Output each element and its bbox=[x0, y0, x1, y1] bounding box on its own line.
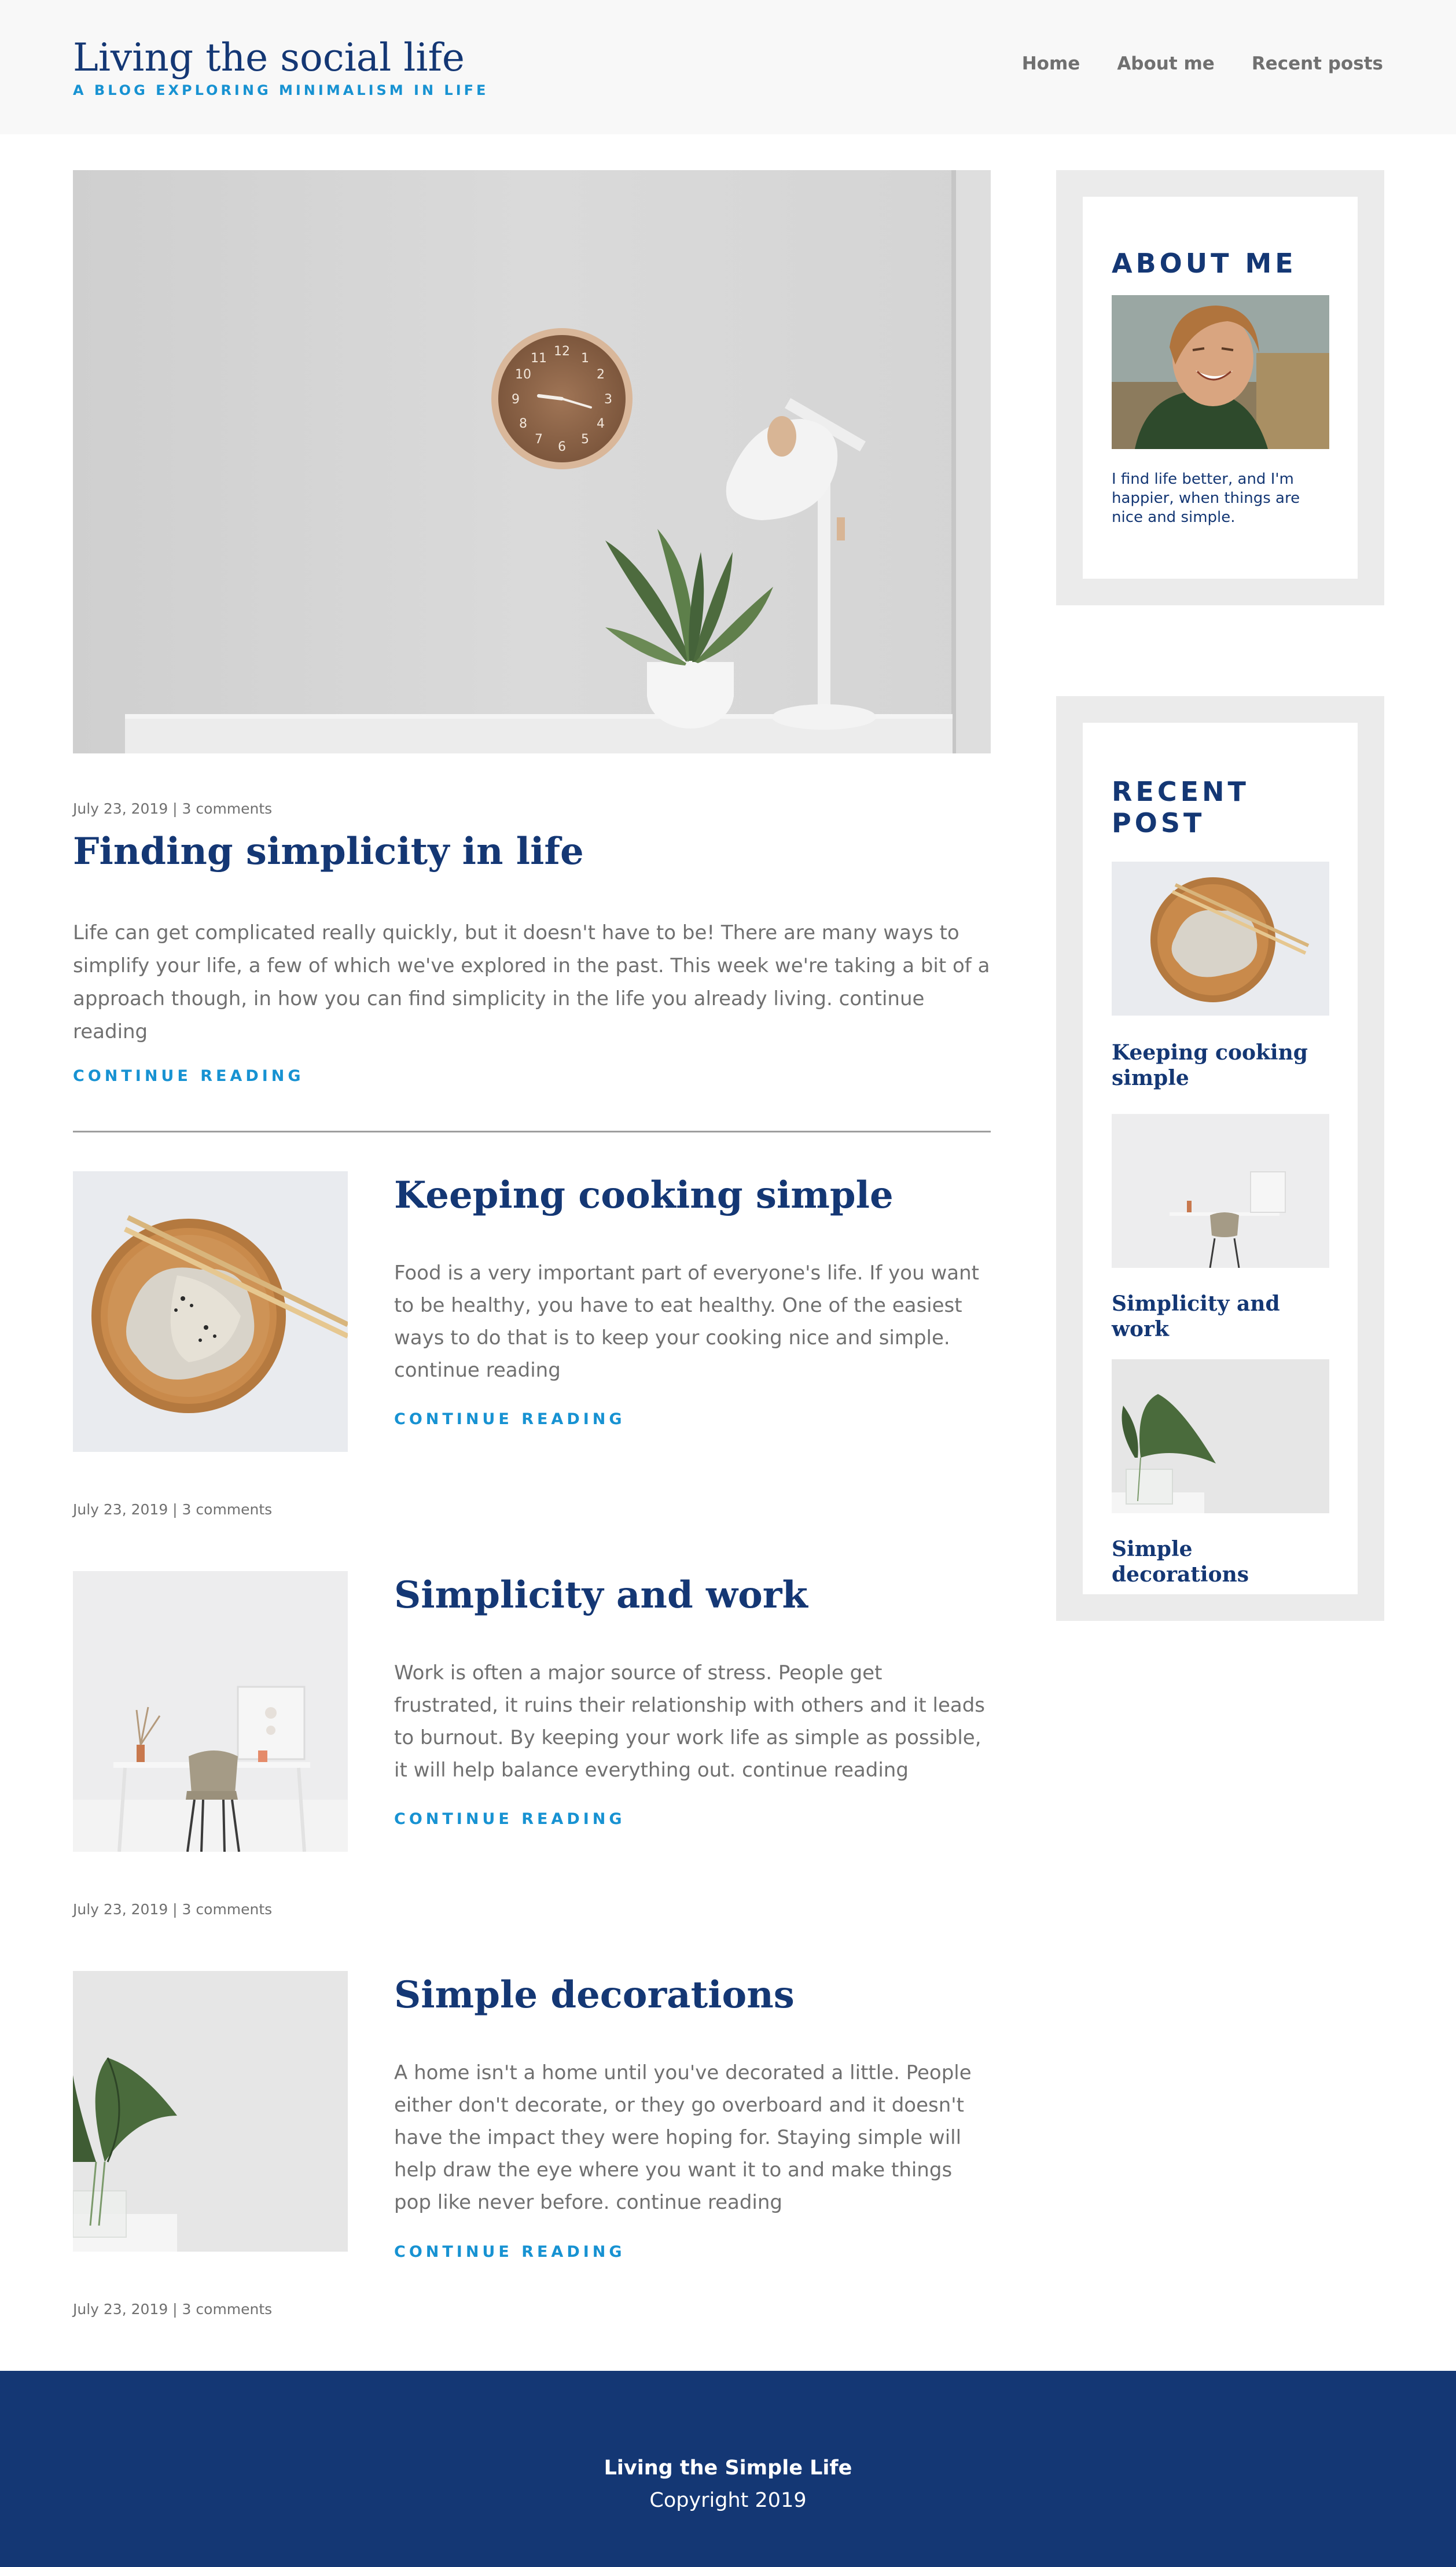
footer-copyright: Copyright 2019 bbox=[649, 2489, 807, 2512]
recent-post-thumb-plant[interactable] bbox=[1112, 1359, 1329, 1513]
post-excerpt: A home isn't a home until you've decorat… bbox=[394, 2061, 972, 2214]
svg-text:8: 8 bbox=[519, 417, 527, 431]
about-me-photo bbox=[1112, 295, 1329, 449]
about-me-widget: ABOUT ME I find life better, and I'm hap… bbox=[1056, 170, 1384, 605]
recent-posts-widget: RECENT POST Keeping cooking simple Simpl… bbox=[1056, 696, 1384, 1621]
recent-posts-heading: RECENT POST bbox=[1112, 776, 1249, 838]
featured-post-meta: July 23, 2019 | 3 comments bbox=[73, 800, 273, 817]
svg-text:12: 12 bbox=[554, 344, 570, 359]
featured-post-excerpt: Life can get complicated really quickly,… bbox=[73, 921, 990, 1043]
post-continue-reading-link[interactable]: CONTINUE READING bbox=[394, 1410, 626, 1428]
featured-continue-reading-link[interactable]: CONTINUE READING bbox=[73, 1067, 304, 1085]
site-tagline: A BLOG EXPLORING MINIMALISM IN LIFE bbox=[73, 82, 489, 98]
post-image-plant-vase[interactable] bbox=[73, 1971, 348, 2252]
svg-text:2: 2 bbox=[597, 367, 605, 382]
nav-home-link[interactable]: Home bbox=[1022, 53, 1080, 74]
post-image-dumplings[interactable] bbox=[73, 1171, 348, 1452]
recent-post-link[interactable]: Simplicity and work bbox=[1112, 1291, 1329, 1342]
nav-recent-posts-link[interactable]: Recent posts bbox=[1252, 53, 1383, 74]
recent-post-thumb-workspace[interactable] bbox=[1112, 1114, 1329, 1268]
post-title[interactable]: Keeping cooking simple bbox=[394, 1174, 894, 1217]
svg-text:3: 3 bbox=[604, 392, 612, 407]
site-header: Living the social life A BLOG EXPLORING … bbox=[0, 0, 1456, 134]
site-footer: Living the Simple Life Copyright 2019 bbox=[0, 2371, 1456, 2567]
site-title[interactable]: Living the social life bbox=[73, 34, 488, 82]
recent-post-link[interactable]: Keeping cooking simple bbox=[1112, 1040, 1329, 1091]
post-card: Simplicity and work Work is often a majo… bbox=[73, 1571, 991, 1941]
recent-post-link[interactable]: Simple decorations bbox=[1112, 1536, 1329, 1587]
recent-post-thumb-dumplings[interactable] bbox=[1112, 862, 1329, 1016]
featured-post-title[interactable]: Finding simplicity in life bbox=[73, 830, 584, 873]
footer-brand: Living the Simple Life bbox=[604, 2456, 852, 2480]
post-continue-reading-link[interactable]: CONTINUE READING bbox=[394, 2243, 626, 2261]
nav-about-link[interactable]: About me bbox=[1117, 53, 1215, 74]
svg-text:10: 10 bbox=[515, 367, 531, 382]
svg-text:9: 9 bbox=[512, 392, 520, 407]
svg-text:11: 11 bbox=[531, 351, 547, 366]
post-excerpt: Food is a very important part of everyon… bbox=[394, 1262, 979, 1382]
post-excerpt: Work is often a major source of stress. … bbox=[394, 1661, 986, 1782]
featured-post-image[interactable]: 12 1 2 3 4 5 6 7 8 9 10 11 bbox=[73, 170, 991, 753]
post-title[interactable]: Simple decorations bbox=[394, 1973, 795, 2017]
about-me-card: ABOUT ME I find life better, and I'm hap… bbox=[1083, 197, 1358, 579]
svg-text:7: 7 bbox=[535, 432, 543, 447]
site-brand[interactable]: Living the social life A BLOG EXPLORING … bbox=[73, 34, 488, 98]
post-meta: July 23, 2019 | 3 comments bbox=[73, 1501, 273, 1518]
about-me-heading: ABOUT ME bbox=[1112, 248, 1297, 279]
post-card: Keeping cooking simple Food is a very im… bbox=[73, 1171, 991, 1542]
post-meta: July 23, 2019 | 3 comments bbox=[73, 2301, 273, 2318]
post-continue-reading-link[interactable]: CONTINUE READING bbox=[394, 1810, 626, 1828]
post-image-workspace[interactable] bbox=[73, 1571, 348, 1852]
recent-posts-card: RECENT POST Keeping cooking simple Simpl… bbox=[1083, 723, 1358, 1594]
about-me-text: I find life better, and I'm happier, whe… bbox=[1112, 470, 1300, 526]
svg-text:6: 6 bbox=[558, 440, 566, 454]
post-card: Simple decorations A home isn't a home u… bbox=[73, 1971, 991, 2341]
section-divider bbox=[73, 1131, 991, 1132]
main-nav: Home About me Recent posts bbox=[1022, 53, 1383, 74]
svg-text:1: 1 bbox=[581, 351, 589, 366]
post-meta: July 23, 2019 | 3 comments bbox=[73, 1901, 273, 1918]
post-title[interactable]: Simplicity and work bbox=[394, 1573, 808, 1617]
svg-text:4: 4 bbox=[597, 417, 605, 431]
svg-text:5: 5 bbox=[581, 432, 589, 447]
